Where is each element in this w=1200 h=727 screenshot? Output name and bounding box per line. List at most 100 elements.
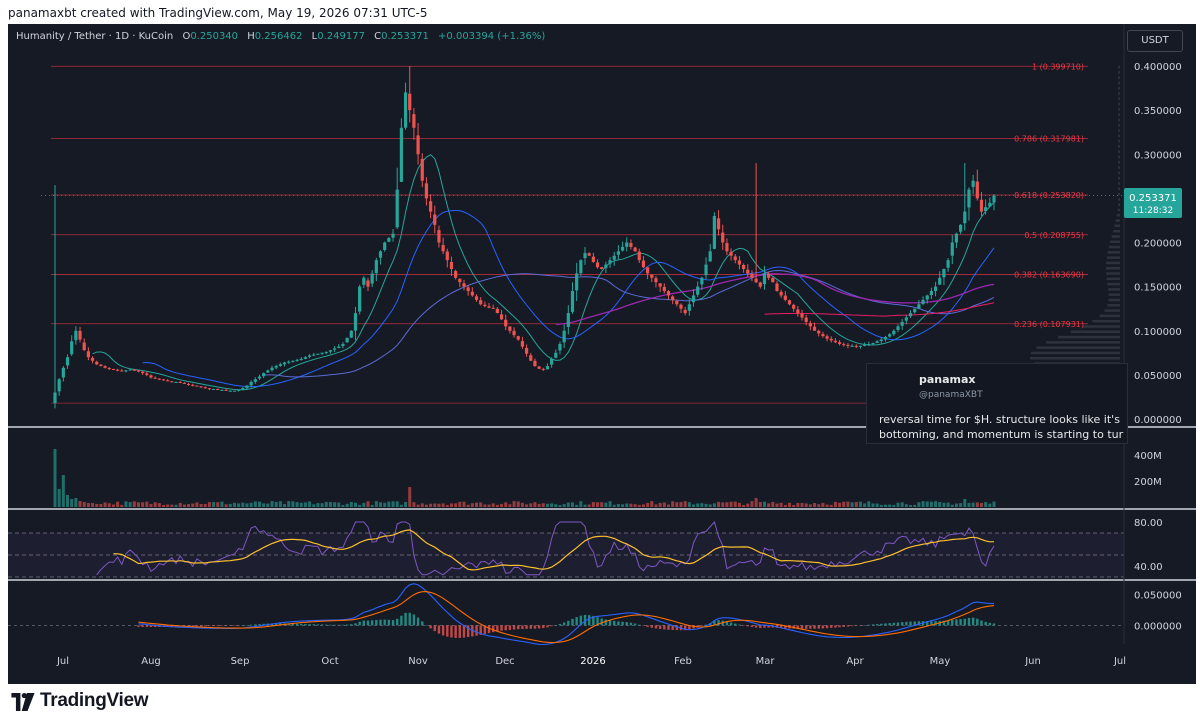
candle-body xyxy=(817,330,821,334)
candle-body xyxy=(550,358,554,365)
volume-bar xyxy=(520,502,524,507)
volume-bar xyxy=(362,502,366,507)
macd-histogram-bar xyxy=(492,625,495,633)
candle-body xyxy=(725,243,729,252)
volume-bar xyxy=(312,504,316,507)
candle-body xyxy=(116,369,120,371)
volume-bar xyxy=(299,502,303,507)
currency-button[interactable]: USDT xyxy=(1127,30,1183,52)
macd-histogram-bar xyxy=(249,624,253,626)
macd-histogram-bar xyxy=(304,624,307,626)
tweet-line-2: bottoming, and momentum is starting to t… xyxy=(879,428,1124,441)
candle-body xyxy=(466,287,470,292)
macd-tick-label: 0.050000 xyxy=(1134,590,1182,601)
volume-tick-label: 400M xyxy=(1134,451,1162,462)
date-tick-label: Mar xyxy=(756,656,776,667)
macd-histogram-bar xyxy=(320,624,324,626)
candle-body xyxy=(708,251,712,262)
macd-histogram-bar xyxy=(229,625,232,626)
candle-body xyxy=(562,330,566,343)
candle-body xyxy=(487,306,491,308)
moving-averages xyxy=(92,154,995,391)
candle-body xyxy=(729,251,733,256)
candle-body xyxy=(575,273,579,291)
volume-bar xyxy=(725,502,729,507)
volume-bar xyxy=(516,501,520,507)
volume-profile-bar xyxy=(1118,86,1120,90)
low-value: 0.249177 xyxy=(317,31,365,42)
top-bar: panamaxbt created with TradingView.com, … xyxy=(0,0,1200,24)
macd-histogram-bar xyxy=(821,625,825,629)
rsi-pane: 80.00 40.00 xyxy=(8,518,1163,578)
macd-histogram-bar xyxy=(734,623,737,626)
chart-svg[interactable]: 1 (0.399710)0.786 (0.317981)0.618 (0.253… xyxy=(8,24,1196,684)
candle-body xyxy=(249,381,253,386)
volume-bar xyxy=(550,503,554,507)
volume-bar xyxy=(274,502,278,507)
tradingview-logo-icon[interactable] xyxy=(10,693,36,711)
macd-histogram-bar xyxy=(508,625,512,630)
macd-histogram-bar xyxy=(375,619,378,626)
fib-label: 0.786 (0.317981) xyxy=(1014,134,1084,143)
volume-bar xyxy=(466,504,470,507)
candle-body xyxy=(846,344,850,346)
volume-profile-bar xyxy=(1036,346,1120,349)
volume-profile-bar xyxy=(1111,235,1120,238)
candle-body xyxy=(921,299,925,304)
macd-histogram-bar xyxy=(905,621,908,626)
candle-body xyxy=(399,127,403,182)
candle-body xyxy=(633,247,637,252)
volume-profile-bar xyxy=(1118,171,1120,175)
rsi-tick-label: 40.00 xyxy=(1134,562,1163,573)
macd-histogram-bar xyxy=(354,623,357,626)
tradingview-brand[interactable]: TradingView xyxy=(40,690,149,712)
symbol-name[interactable]: Humanity / Tether · 1D · KuCoin xyxy=(16,31,173,42)
candle-body xyxy=(429,201,433,212)
macd-histogram-bar xyxy=(258,624,261,626)
macd-histogram-bar xyxy=(663,625,666,630)
candle-body xyxy=(479,300,483,305)
date-tick-label: Jul xyxy=(1113,656,1126,667)
candle-body xyxy=(508,326,512,331)
volume-bar xyxy=(804,503,808,507)
candle-body xyxy=(257,376,262,379)
candle-body xyxy=(149,375,153,378)
volume-bar xyxy=(954,503,958,507)
candle-body xyxy=(833,340,838,343)
macd-histogram-bar xyxy=(458,625,462,638)
volume-bar xyxy=(216,502,220,507)
volume-bar xyxy=(195,502,199,507)
candle-body xyxy=(800,313,804,318)
candle-body xyxy=(128,369,132,371)
volume-profile-bar xyxy=(1118,182,1120,185)
volume-bar xyxy=(53,449,57,507)
candle-body xyxy=(704,264,708,276)
volume-bar xyxy=(429,503,433,507)
volume-bar xyxy=(950,504,954,507)
volume-profile-bar xyxy=(1114,224,1120,228)
candle-body xyxy=(324,351,328,353)
candle-body xyxy=(412,114,416,128)
volume-tick-label: 200M xyxy=(1134,477,1162,488)
macd-histogram-bar xyxy=(325,624,328,626)
volume-bar xyxy=(596,502,600,507)
candle-body xyxy=(111,368,116,370)
volume-bar xyxy=(762,501,766,507)
fib-levels: 1 (0.399710)0.786 (0.317981)0.618 (0.253… xyxy=(41,62,1124,404)
volume-bar xyxy=(141,502,145,507)
volume-bar xyxy=(424,504,428,507)
candle-body xyxy=(211,388,216,390)
volume-bar xyxy=(136,502,140,507)
volume-bar xyxy=(825,504,829,507)
macd-histogram-bar xyxy=(208,625,211,627)
volume-bar xyxy=(821,502,825,507)
macd-histogram-bar xyxy=(959,619,962,626)
volume-bar xyxy=(796,502,800,507)
volume-profile-bar xyxy=(1118,97,1120,101)
volume-profile-bar xyxy=(1118,176,1120,180)
macd-histogram-bar xyxy=(621,621,624,626)
candle-body xyxy=(524,347,529,354)
macd-histogram-bar xyxy=(404,612,407,626)
macd-histogram-bar xyxy=(809,625,812,629)
macd-histogram-bar xyxy=(462,625,466,638)
